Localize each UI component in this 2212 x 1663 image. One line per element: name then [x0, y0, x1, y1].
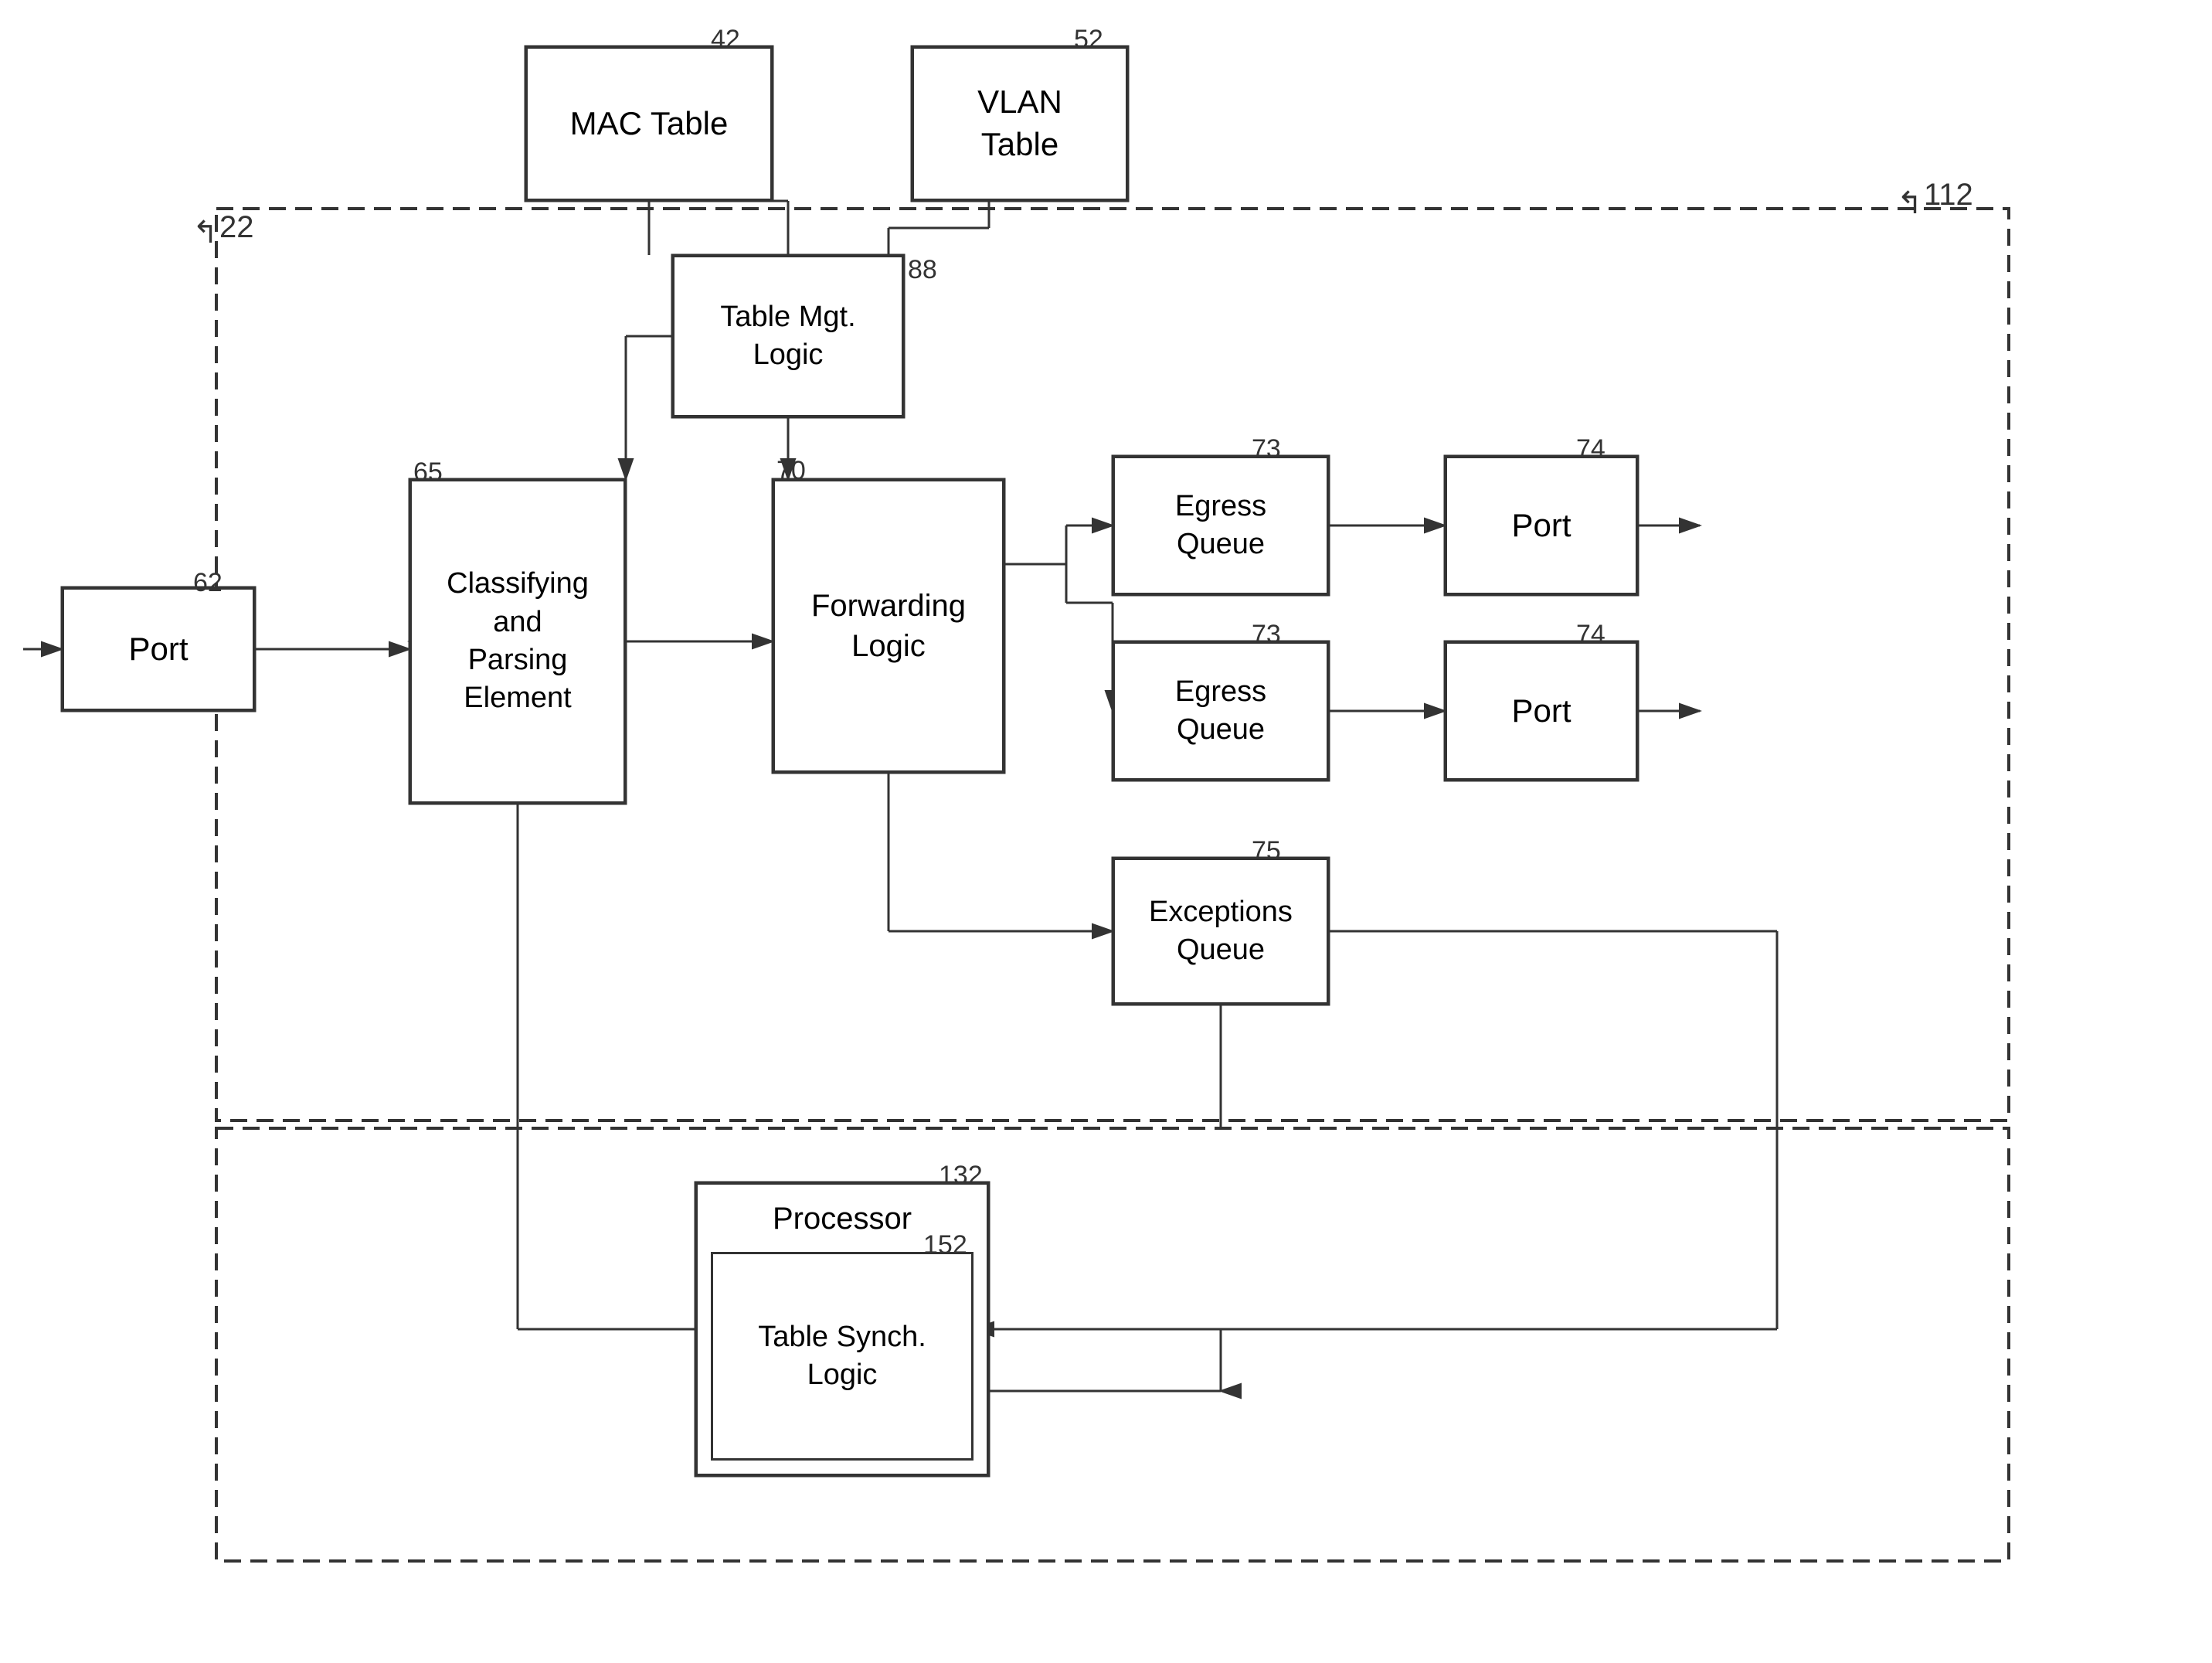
egress2-ref: 73	[1252, 620, 1281, 650]
port1-ref: 74	[1576, 434, 1605, 464]
ref-22: 22	[219, 210, 254, 245]
port-in-block: Port	[62, 587, 255, 711]
vlan-table-block: VLAN Table	[912, 46, 1128, 201]
ref-22-check: ↰	[192, 215, 219, 250]
egress2-block: Egress Queue	[1113, 641, 1329, 780]
mac-table-block: MAC Table	[525, 46, 773, 201]
port1-block: Port	[1445, 456, 1638, 595]
table-mgt-ref: 88	[908, 255, 937, 285]
vlan-table-ref: 52	[1074, 25, 1103, 55]
forwarding-block: Forwarding Logic	[773, 479, 1004, 773]
mac-table-ref: 42	[711, 25, 740, 55]
processor-ref: 132	[939, 1161, 983, 1191]
classifying-ref: 65	[413, 457, 443, 488]
egress1-block: Egress Queue	[1113, 456, 1329, 595]
diagram-svg	[0, 0, 2212, 1663]
port-in-ref: 62	[193, 568, 223, 598]
ref-112-check: ↰	[1897, 185, 1923, 221]
exceptions-block: Exceptions Queue	[1113, 858, 1329, 1005]
ref-112: 112	[1924, 178, 1973, 213]
egress1-ref: 73	[1252, 434, 1281, 464]
table-mgt-block: Table Mgt. Logic	[672, 255, 904, 417]
classifying-block: Classifying and Parsing Element	[409, 479, 626, 804]
table-synch-ref: 152	[923, 1230, 967, 1260]
forwarding-ref: 70	[776, 456, 806, 486]
diagram: MAC Table 42 VLAN Table 52 Table Mgt. Lo…	[0, 0, 2212, 1663]
port2-block: Port	[1445, 641, 1638, 780]
exceptions-ref: 75	[1252, 836, 1281, 866]
port2-ref: 74	[1576, 620, 1605, 650]
table-synch-block: Table Synch. Logic	[711, 1252, 973, 1461]
